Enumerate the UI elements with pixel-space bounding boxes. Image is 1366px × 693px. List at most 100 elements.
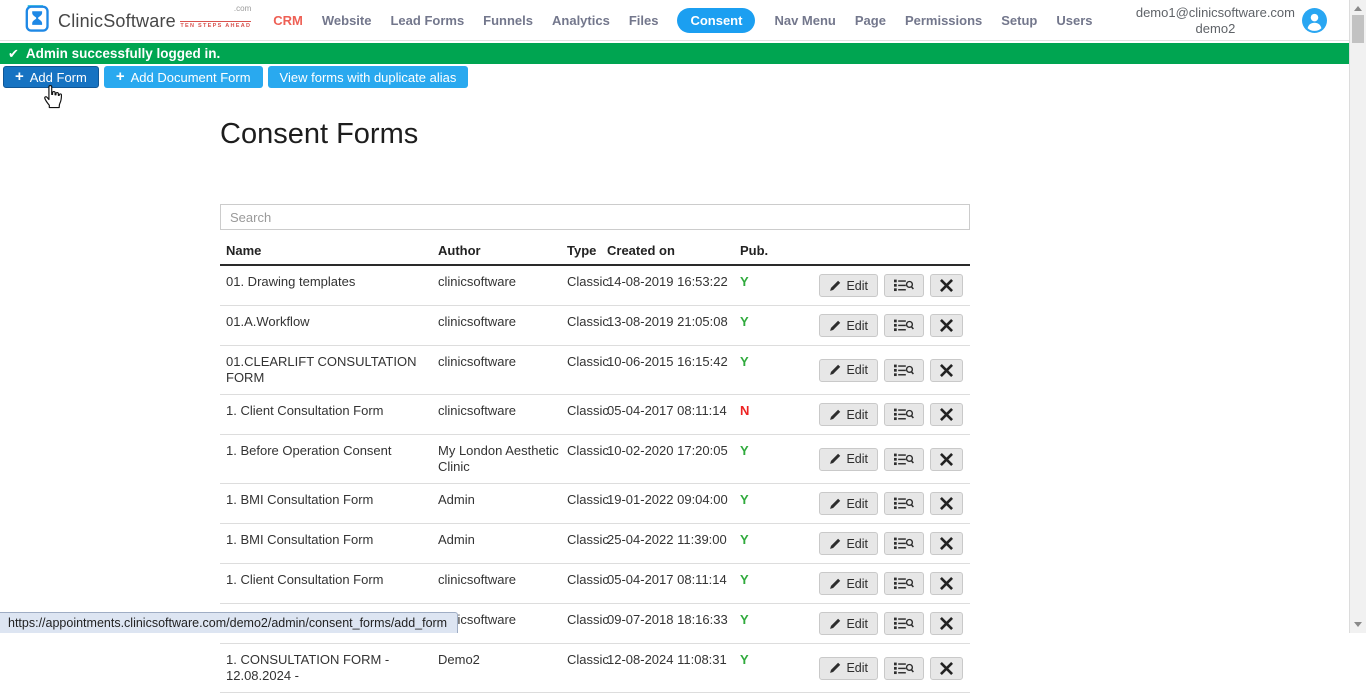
edit-button[interactable]: Edit: [819, 448, 878, 471]
delete-button[interactable]: [930, 359, 963, 382]
vertical-scrollbar[interactable]: [1349, 0, 1366, 633]
pencil-icon: [829, 280, 841, 292]
delete-button[interactable]: [930, 314, 963, 337]
pub-value: Y: [740, 612, 749, 627]
x-icon: [940, 319, 953, 332]
user-avatar-icon[interactable]: [1302, 8, 1327, 33]
pub-value: Y: [740, 354, 749, 369]
nav-item-users[interactable]: Users: [1056, 13, 1092, 28]
row-actions: Edit: [791, 572, 970, 595]
view-entries-button[interactable]: [884, 492, 924, 515]
nav-item-setup[interactable]: Setup: [1001, 13, 1037, 28]
list-search-icon: [894, 497, 914, 510]
list-search-icon: [894, 279, 914, 292]
form-name: 1. CONSULTATION FORM - 12.08.2024 -: [220, 652, 435, 684]
form-author: Demo2: [435, 652, 567, 668]
row-actions: Edit: [791, 403, 970, 426]
nav-item-analytics[interactable]: Analytics: [552, 13, 610, 28]
nav-item-lead-forms[interactable]: Lead Forms: [390, 13, 464, 28]
form-created: 10-02-2020 17:20:05: [607, 443, 737, 459]
form-author: My London Aesthetic Clinic: [435, 443, 567, 475]
form-created: 10-06-2015 16:15:42: [607, 354, 737, 370]
nav-item-page[interactable]: Page: [855, 13, 886, 28]
delete-button[interactable]: [930, 532, 963, 555]
nav-item-funnels[interactable]: Funnels: [483, 13, 533, 28]
edit-button[interactable]: Edit: [819, 403, 878, 426]
row-actions: Edit: [791, 612, 970, 635]
edit-button[interactable]: Edit: [819, 657, 878, 680]
clinicsoftware-logo[interactable]: ClinicSoftware .com TEN STEPS AHEAD: [25, 3, 251, 38]
form-author: clinicsoftware: [435, 572, 567, 588]
scrollbar-thumb[interactable]: [1352, 15, 1364, 43]
row-actions: Edit: [791, 274, 970, 297]
scroll-up-arrow-icon[interactable]: [1354, 6, 1362, 11]
nav-item-nav-menu[interactable]: Nav Menu: [774, 13, 835, 28]
x-icon: [940, 537, 953, 550]
view-entries-button[interactable]: [884, 274, 924, 297]
logo-wordmark: ClinicSoftware .com TEN STEPS AHEAD: [58, 10, 251, 31]
edit-button-label: Edit: [846, 452, 868, 466]
delete-button[interactable]: [930, 572, 963, 595]
user-block: demo1@clinicsoftware.com demo2: [1136, 5, 1327, 37]
view-entries-button[interactable]: [884, 572, 924, 595]
search-input[interactable]: [220, 204, 970, 230]
add-document-form-button[interactable]: + Add Document Form: [104, 66, 263, 88]
list-search-icon: [894, 408, 914, 421]
logo-tagline: TEN STEPS AHEAD: [180, 21, 251, 29]
view-entries-button[interactable]: [884, 448, 924, 471]
edit-button[interactable]: Edit: [819, 274, 878, 297]
add-document-form-label: Add Document Form: [131, 70, 251, 85]
form-author: clinicsoftware: [435, 314, 567, 330]
delete-button[interactable]: [930, 657, 963, 680]
view-entries-button[interactable]: [884, 657, 924, 680]
view-entries-button[interactable]: [884, 359, 924, 382]
view-duplicate-alias-button[interactable]: View forms with duplicate alias: [268, 66, 469, 88]
edit-button[interactable]: Edit: [819, 572, 878, 595]
top-nav-bar: ClinicSoftware .com TEN STEPS AHEAD CRM …: [0, 0, 1349, 41]
edit-button[interactable]: Edit: [819, 612, 878, 635]
form-type: Classic: [567, 443, 607, 459]
page-title: Consent Forms: [220, 118, 418, 151]
nav-item-crm[interactable]: CRM: [273, 13, 303, 28]
column-header-created: Created on: [607, 243, 737, 259]
nav-item-website[interactable]: Website: [322, 13, 372, 28]
table-row: 1. CONSULTATION FORM - 12.08.2024 - Demo…: [220, 644, 970, 693]
delete-button[interactable]: [930, 492, 963, 515]
table-row: 1. BMI Consultation Form Admin Classic 2…: [220, 524, 970, 564]
add-form-button[interactable]: + Add Form: [3, 66, 99, 88]
plus-icon: +: [116, 69, 125, 84]
edit-button[interactable]: Edit: [819, 359, 878, 382]
pub-value: Y: [740, 314, 749, 329]
form-name: 1. BMI Consultation Form: [220, 532, 435, 548]
scroll-down-arrow-icon[interactable]: [1354, 622, 1362, 627]
nav-item-consent[interactable]: Consent: [677, 8, 755, 33]
form-type: Classic: [567, 532, 607, 548]
view-entries-button[interactable]: [884, 403, 924, 426]
form-author: clinicsoftware: [435, 274, 567, 290]
edit-button-label: Edit: [846, 319, 868, 333]
view-duplicate-alias-label: View forms with duplicate alias: [280, 70, 457, 85]
nav-item-permissions[interactable]: Permissions: [905, 13, 982, 28]
table-header-row: Name Author Type Created on Pub.: [220, 238, 970, 266]
list-search-icon: [894, 319, 914, 332]
edit-button-label: Edit: [846, 363, 868, 377]
view-entries-button[interactable]: [884, 532, 924, 555]
form-author: clinicsoftware: [435, 354, 567, 370]
delete-button[interactable]: [930, 403, 963, 426]
view-entries-button[interactable]: [884, 612, 924, 635]
edit-button[interactable]: Edit: [819, 314, 878, 337]
logo-tld: .com: [234, 5, 251, 13]
list-search-icon: [894, 662, 914, 675]
nav-item-files[interactable]: Files: [629, 13, 659, 28]
edit-button-label: Edit: [846, 577, 868, 591]
table-row: 01.CLEARLIFT CONSULTATION FORM clinicsof…: [220, 346, 970, 395]
delete-button[interactable]: [930, 448, 963, 471]
row-actions: Edit: [791, 492, 970, 515]
edit-button[interactable]: Edit: [819, 532, 878, 555]
edit-button[interactable]: Edit: [819, 492, 878, 515]
x-icon: [940, 279, 953, 292]
delete-button[interactable]: [930, 274, 963, 297]
delete-button[interactable]: [930, 612, 963, 635]
view-entries-button[interactable]: [884, 314, 924, 337]
list-search-icon: [894, 453, 914, 466]
